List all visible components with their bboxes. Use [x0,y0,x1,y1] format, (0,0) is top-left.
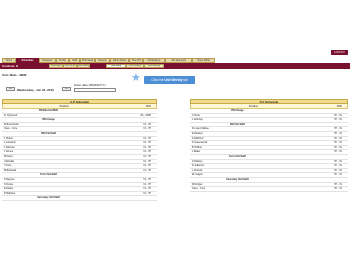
subtab-unit-weekly[interactable]: Unit Weekly [126,64,144,68]
am-schedule-panel: A.P Schedule Position Shift RN Director/… [2,99,157,201]
unit-label: Unit: Main - 3B/3I [2,73,27,77]
prev-day-button[interactable]: <<< [6,87,15,91]
hint-strong: Unit Weekly [164,78,183,82]
current-user: Cordova, H [2,64,19,68]
section-header: Secretary Unit Staff [2,196,157,201]
date-input[interactable] [74,88,116,92]
hint-suffix: tab [182,78,188,82]
star-icon: ★ [131,72,141,84]
subtab-my-official[interactable]: My Official [63,64,77,68]
subtab-unit-monthly[interactable]: Unit Monthly [144,64,164,68]
am-rows: RN Director/PHD R. Hyprovek 8A - 430P RN Ch… [2,109,157,201]
next-day-button[interactable]: >>> [62,87,71,91]
staff-name: Open - Core [192,187,206,191]
subtab-my-rough[interactable]: My Rough [49,64,63,68]
current-date: Wednesday , Jul. 01, 2015 [17,88,54,92]
table-row[interactable]: Open - Core 7P - 7A [190,187,348,192]
subtab-unit-daily[interactable]: Unit Daily [106,64,126,68]
hint-tooltip: Click the Unit Weekly tab [144,76,195,84]
logout-button[interactable]: LOGOUT [331,50,348,55]
shift-time: 7P - 7A [334,187,342,191]
enter-date-label: Enter date (MM/DD/YY) [74,83,106,87]
section-title: Secretary Unit Staff [37,196,60,200]
pm-rows: RN Charge C Ross 7P - 7A L whitmay 7P - 7A RN… [190,109,348,192]
hint-prefix: Click the [151,78,165,82]
pm-schedule-panel: P.A Schedule Position Shift RN Charge C R… [190,99,348,192]
subtab-my-weekly[interactable]: My Weekly [77,64,90,68]
